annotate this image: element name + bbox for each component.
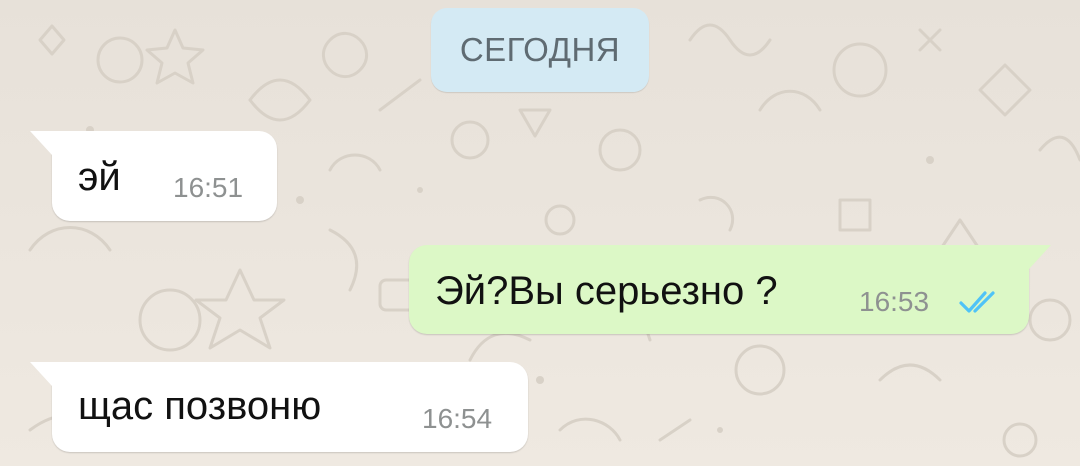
message-time: 16:53	[859, 286, 930, 317]
message-time: 16:51	[173, 172, 244, 203]
bubble-tail	[30, 362, 58, 390]
message-text: Эй?Вы серьезно ?	[435, 269, 778, 313]
double-check-read-icon	[959, 291, 995, 313]
message-incoming[interactable]: эй 16:51	[30, 131, 277, 221]
date-separator: СЕГОДНЯ	[431, 8, 649, 92]
message-incoming[interactable]: щас позвоню 16:54	[30, 362, 528, 452]
date-separator-label: СЕГОДНЯ	[459, 31, 621, 68]
bubble-tail	[1023, 245, 1051, 273]
message-text: эй	[78, 155, 121, 199]
message-time: 16:54	[422, 403, 493, 434]
bubble-tail	[30, 131, 58, 159]
message-outgoing[interactable]: Эй?Вы серьезно ? 16:53	[409, 245, 1051, 334]
message-text: щас позвоню	[78, 384, 322, 428]
